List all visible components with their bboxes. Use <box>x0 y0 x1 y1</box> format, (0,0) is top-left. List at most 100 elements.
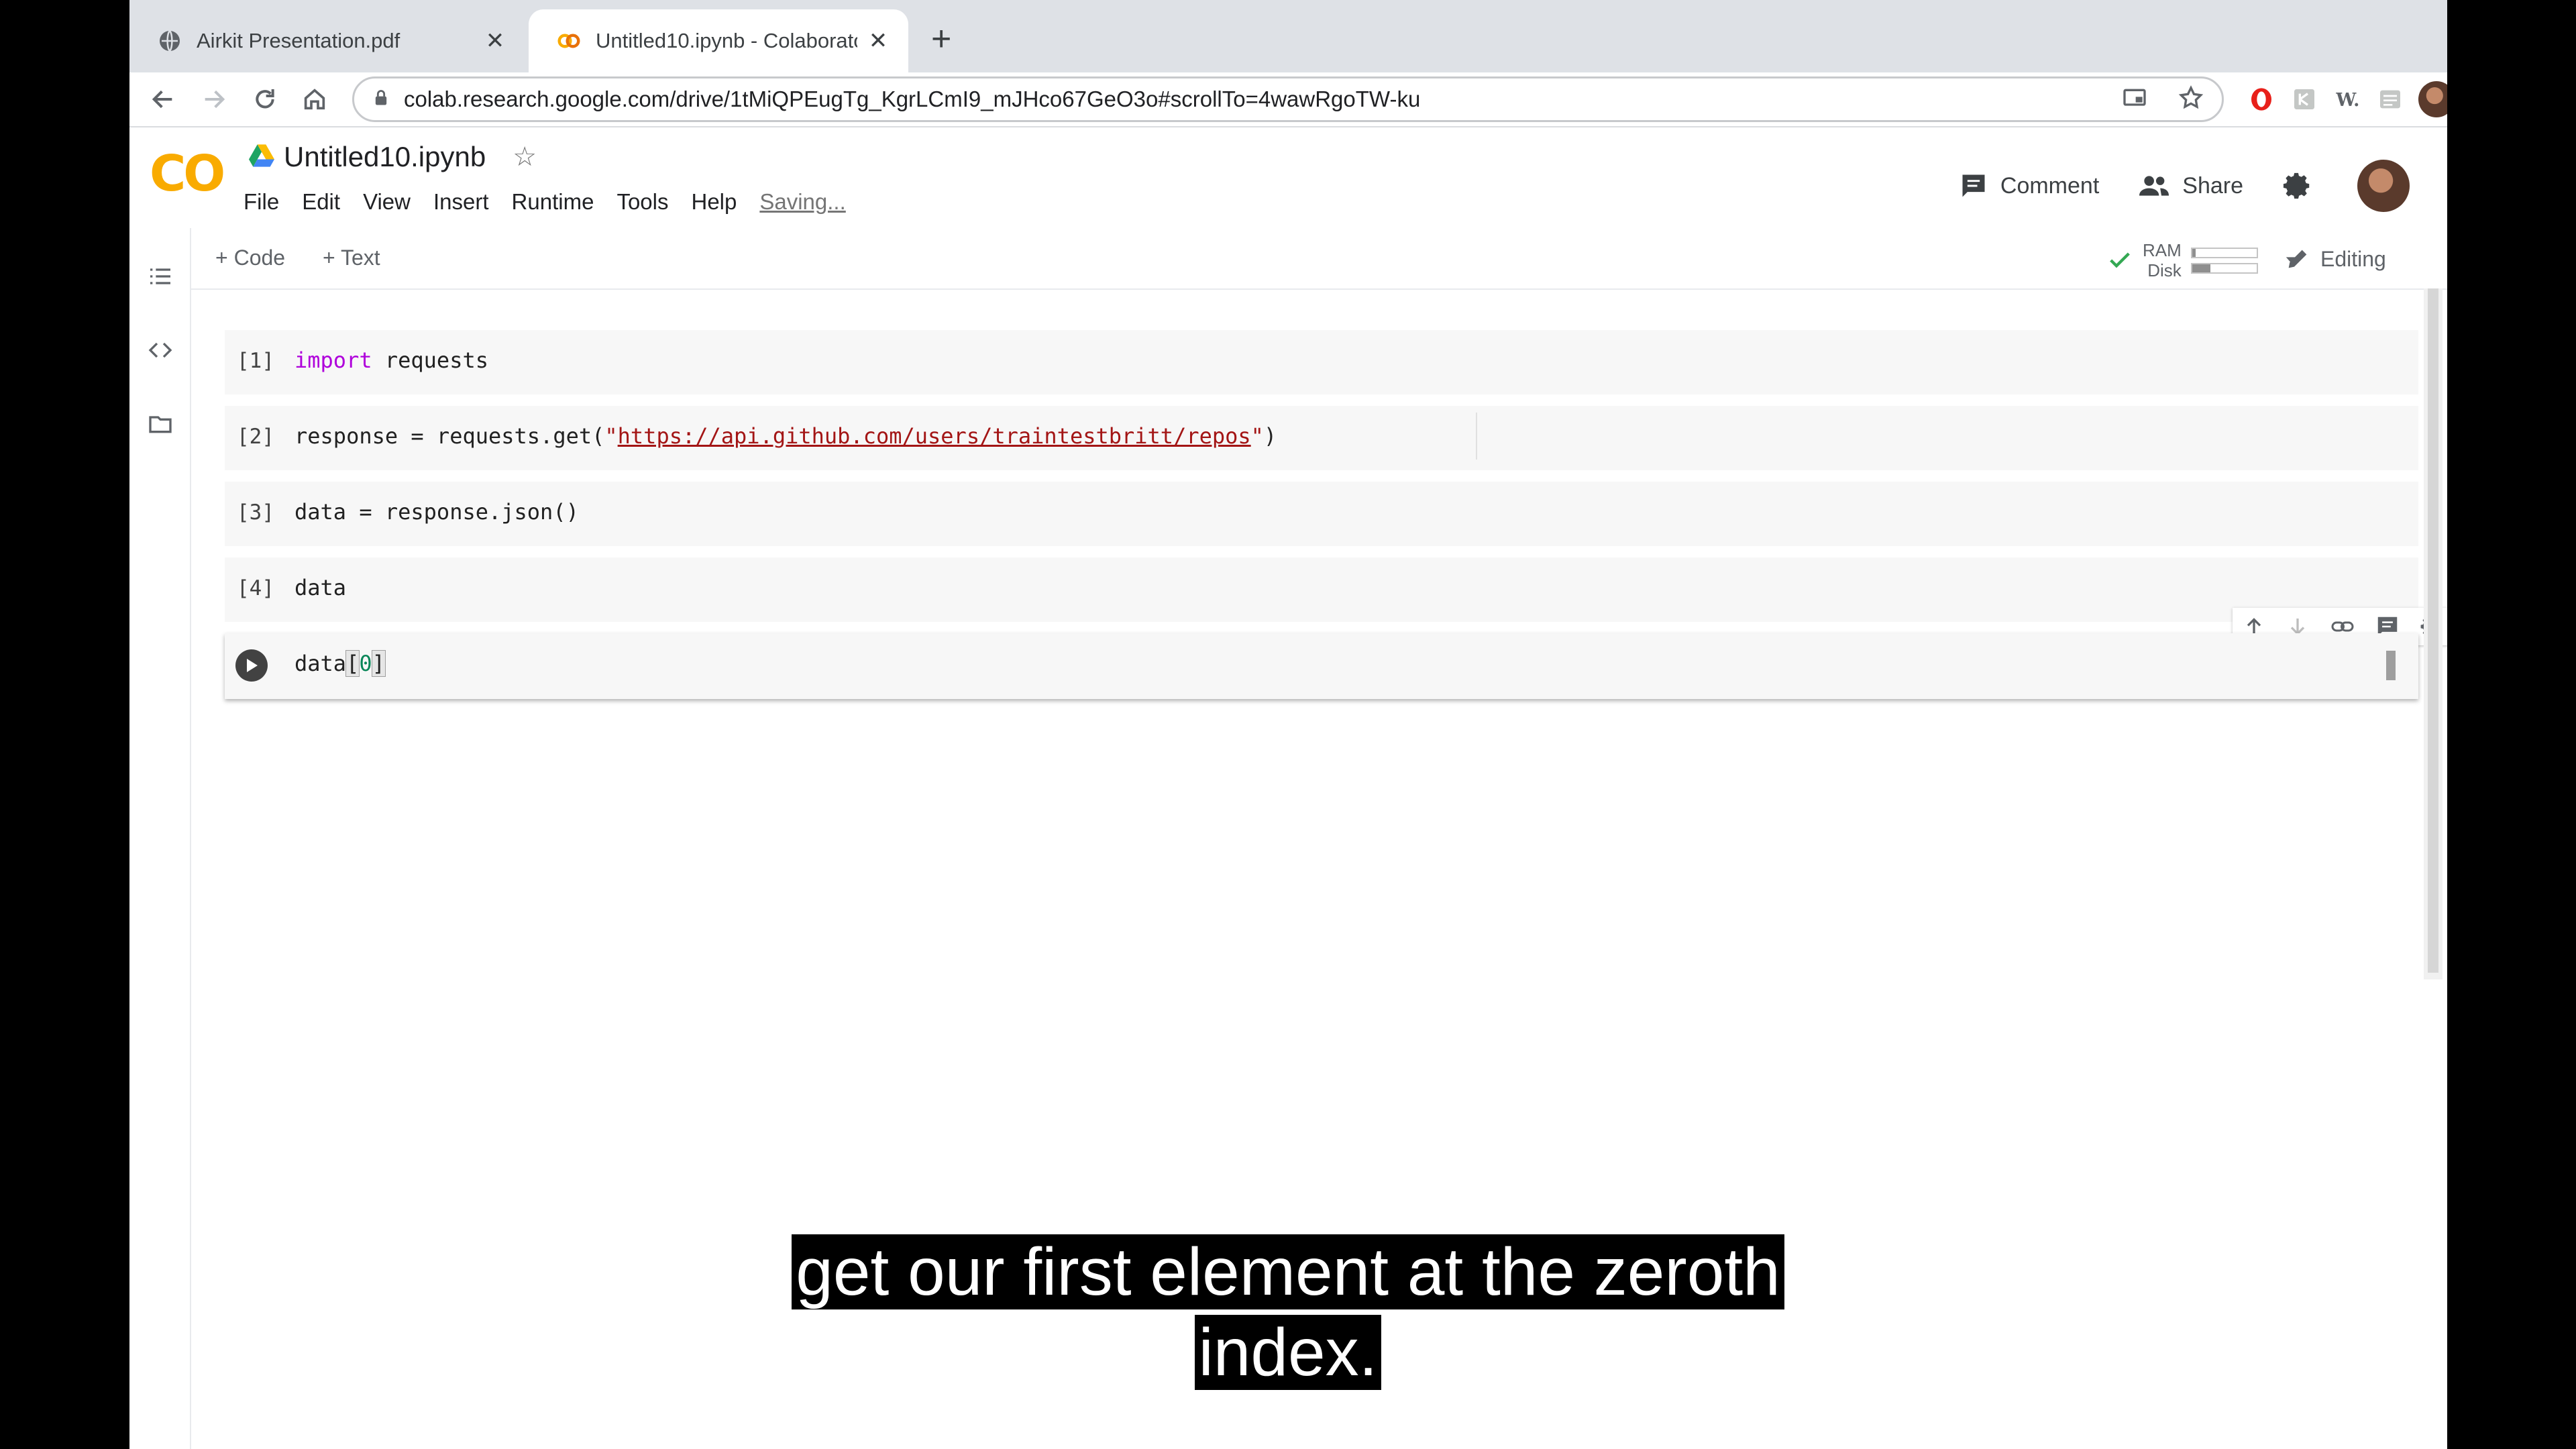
disk-usage-bar <box>2190 262 2258 274</box>
close-tab-icon[interactable]: ✕ <box>484 28 506 54</box>
w-extension-icon[interactable]: W. <box>2332 85 2362 114</box>
colab-logo[interactable]: CO <box>150 145 225 203</box>
video-caption: get our first element at the zeroth inde… <box>0 1232 2576 1393</box>
play-icon <box>247 659 258 672</box>
string-quote: " <box>604 423 618 449</box>
tab-airkit-presentation[interactable]: Airkit Presentation.pdf ✕ <box>129 9 525 72</box>
menu-runtime[interactable]: Runtime <box>512 189 594 215</box>
settings-button[interactable] <box>2282 170 2325 201</box>
tab-title: Airkit Presentation.pdf <box>197 29 400 52</box>
add-text-button[interactable]: + Text <box>323 246 380 270</box>
tab-colab-notebook[interactable]: Untitled10.ipynb - Colaboratory ✕ <box>529 9 908 72</box>
cell-code[interactable]: import requests <box>294 347 488 373</box>
editing-label: Editing <box>2320 246 2386 271</box>
comment-icon <box>1962 174 1985 197</box>
star-icon[interactable]: ☆ <box>513 142 537 172</box>
table-of-contents-icon[interactable] <box>146 262 175 291</box>
caption-line-2: index. <box>1194 1315 1382 1390</box>
new-tab-button[interactable]: + <box>931 19 951 59</box>
scrollbar-thumb[interactable] <box>2428 288 2438 973</box>
code-text: ) <box>1263 423 1277 449</box>
svg-text:W.: W. <box>2335 90 2359 111</box>
execution-count: [2] <box>237 425 274 449</box>
user-avatar[interactable] <box>2357 160 2410 212</box>
tab-title: Untitled10.ipynb - Colaboratory <box>596 29 857 52</box>
active-code-cell[interactable]: data[0] <box>225 633 2418 699</box>
url-text: colab.research.google.com/drive/1tMiQPEu… <box>404 87 1421 111</box>
bracket-close: ] <box>371 650 386 677</box>
save-status[interactable]: Saving... <box>759 189 845 215</box>
execution-count: [3] <box>237 500 274 525</box>
ram-label: RAM <box>2143 240 2182 260</box>
code-string-url[interactable]: https://api.github.com/users/traintestbr… <box>618 423 1251 449</box>
cell-code[interactable]: response = requests.get("https://api.git… <box>294 423 1277 449</box>
menu-view[interactable]: View <box>363 189 411 215</box>
close-tab-icon[interactable]: ✕ <box>867 28 890 54</box>
address-bar[interactable]: colab.research.google.com/drive/1tMiQPEu… <box>352 76 2224 122</box>
menu-tools[interactable]: Tools <box>616 189 668 215</box>
comment-label: Comment <box>2000 172 2100 199</box>
code-text: response = requests.get( <box>294 423 605 449</box>
colab-header: CO Untitled10.ipynb ☆ File Edit View Ins… <box>129 127 2447 228</box>
cell-code[interactable]: data = response.json() <box>294 499 579 525</box>
code-text: requests <box>372 347 488 373</box>
comment-button[interactable]: Comment <box>1959 171 2099 201</box>
notebook-title-row: Untitled10.ipynb ☆ <box>249 141 537 173</box>
reload-icon[interactable] <box>248 82 282 117</box>
code-number: 0 <box>359 651 372 676</box>
caption-line-1: get our first element at the zeroth <box>792 1234 1784 1309</box>
menu-bar: File Edit View Insert Runtime Tools Help… <box>244 189 869 215</box>
cell-scrollbar[interactable] <box>2386 651 2396 680</box>
add-code-button[interactable]: + Code <box>215 246 285 270</box>
gear-icon <box>2283 172 2310 199</box>
header-actions: Comment Share <box>1920 160 2410 212</box>
ram-usage-bar <box>2190 247 2258 258</box>
code-snippets-icon[interactable] <box>146 335 175 365</box>
code-cell[interactable]: [2] response = requests.get("https://api… <box>225 406 2418 470</box>
people-icon <box>2139 176 2169 196</box>
menu-edit[interactable]: Edit <box>302 189 340 215</box>
string-quote: " <box>1250 423 1264 449</box>
globe-icon <box>158 29 182 53</box>
execution-count: [4] <box>237 576 274 600</box>
code-cell[interactable]: [3] data = response.json() <box>225 482 2418 546</box>
notebook-title[interactable]: Untitled10.ipynb <box>284 141 486 173</box>
resource-monitor[interactable]: RAM Disk <box>2106 240 2301 280</box>
menu-insert[interactable]: Insert <box>433 189 489 215</box>
check-icon <box>2110 252 2130 268</box>
code-keyword: import <box>294 347 372 373</box>
colab-icon <box>557 29 581 53</box>
google-drive-icon <box>249 144 274 170</box>
share-label: Share <box>2182 172 2243 199</box>
cast-icon[interactable] <box>2121 85 2148 115</box>
profile-avatar[interactable] <box>2418 81 2447 117</box>
reader-extension-icon[interactable] <box>2375 85 2405 114</box>
collapse-header-icon[interactable] <box>2444 243 2447 273</box>
code-cell[interactable]: [1] import requests <box>225 330 2418 394</box>
folder-icon[interactable] <box>146 409 175 439</box>
cell-code[interactable]: data <box>294 575 346 600</box>
extension-icon[interactable] <box>2290 85 2319 114</box>
editing-mode-button[interactable]: Editing <box>2284 246 2386 272</box>
back-icon[interactable] <box>146 82 180 117</box>
tab-strip: Airkit Presentation.pdf ✕ Untitled10.ipy… <box>129 0 2447 72</box>
execution-count: [1] <box>237 349 274 373</box>
bracket-open: [ <box>345 650 360 677</box>
share-button[interactable]: Share <box>2138 171 2243 201</box>
code-text: data <box>294 651 347 676</box>
forward-icon[interactable] <box>197 82 231 117</box>
pencil-icon <box>2288 250 2307 268</box>
page-scrollbar[interactable] <box>2424 288 2443 979</box>
run-cell-button[interactable] <box>235 649 268 682</box>
cell-code[interactable]: data[0] <box>294 650 386 677</box>
lock-icon <box>372 89 390 111</box>
bookmark-star-icon[interactable] <box>2178 85 2204 115</box>
menu-file[interactable]: File <box>244 189 279 215</box>
browser-toolbar: colab.research.google.com/drive/1tMiQPEu… <box>129 72 2447 127</box>
home-icon[interactable] <box>297 82 332 117</box>
menu-help[interactable]: Help <box>691 189 737 215</box>
code-cell[interactable]: [4] data <box>225 557 2418 622</box>
notebook-toolbar: + Code + Text RAM Disk Editing <box>191 228 2447 290</box>
disk-label: Disk <box>2147 260 2182 280</box>
opera-extension-icon[interactable] <box>2247 85 2276 114</box>
